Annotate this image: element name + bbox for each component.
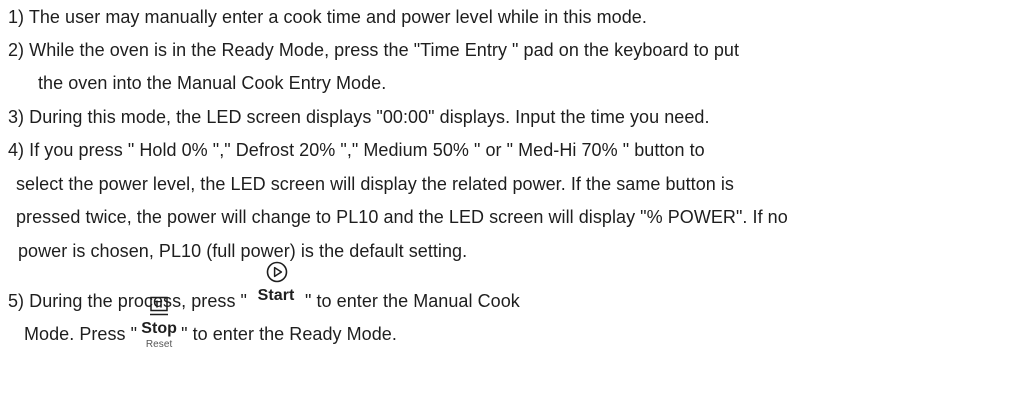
instruction-item-5-text-after-stop: " to enter the Ready Mode.	[181, 324, 397, 344]
instruction-item-5-line-1: 5) During the process, press " Start " t…	[8, 261, 520, 312]
instruction-item-5-text-before-start: 5) During the process, press "	[8, 291, 247, 311]
instruction-item-1: 1) The user may manually enter a cook ti…	[8, 7, 647, 27]
instruction-item-4-line-4: power is chosen, PL10 (full power) is th…	[18, 241, 468, 261]
start-button-graphic: Start	[247, 261, 305, 307]
instruction-item-4-line-3: pressed twice, the power will change to …	[16, 207, 788, 227]
start-button-label: Start	[257, 287, 295, 304]
stop-button-label: Stop	[141, 320, 177, 337]
instruction-item-2-line-1: 2) While the oven is in the Ready Mode, …	[8, 40, 739, 60]
instruction-item-3: 3) During this mode, the LED screen disp…	[8, 107, 710, 127]
instruction-item-2-line-2: the oven into the Manual Cook Entry Mode…	[38, 73, 387, 93]
manual-cook-instructions: 1) The user may manually enter a cook ti…	[0, 0, 1021, 398]
pause-square-icon	[150, 296, 169, 316]
instruction-item-5-text-after-start: " to enter the Manual Cook	[305, 291, 520, 311]
instruction-item-5-text-before-stop: Mode. Press "	[24, 324, 138, 344]
reset-sublabel: Reset	[145, 339, 173, 350]
stop-button-graphic: Stop Reset	[137, 296, 181, 350]
instruction-item-4-line-1: 4) If you press " Hold 0% "," Defrost 20…	[8, 140, 705, 160]
instruction-item-4-line-2: select the power level, the LED screen w…	[16, 174, 734, 194]
instruction-item-5-line-2: Mode. Press " Stop Reset " to enter the …	[24, 296, 397, 350]
play-circle-icon	[266, 261, 288, 283]
